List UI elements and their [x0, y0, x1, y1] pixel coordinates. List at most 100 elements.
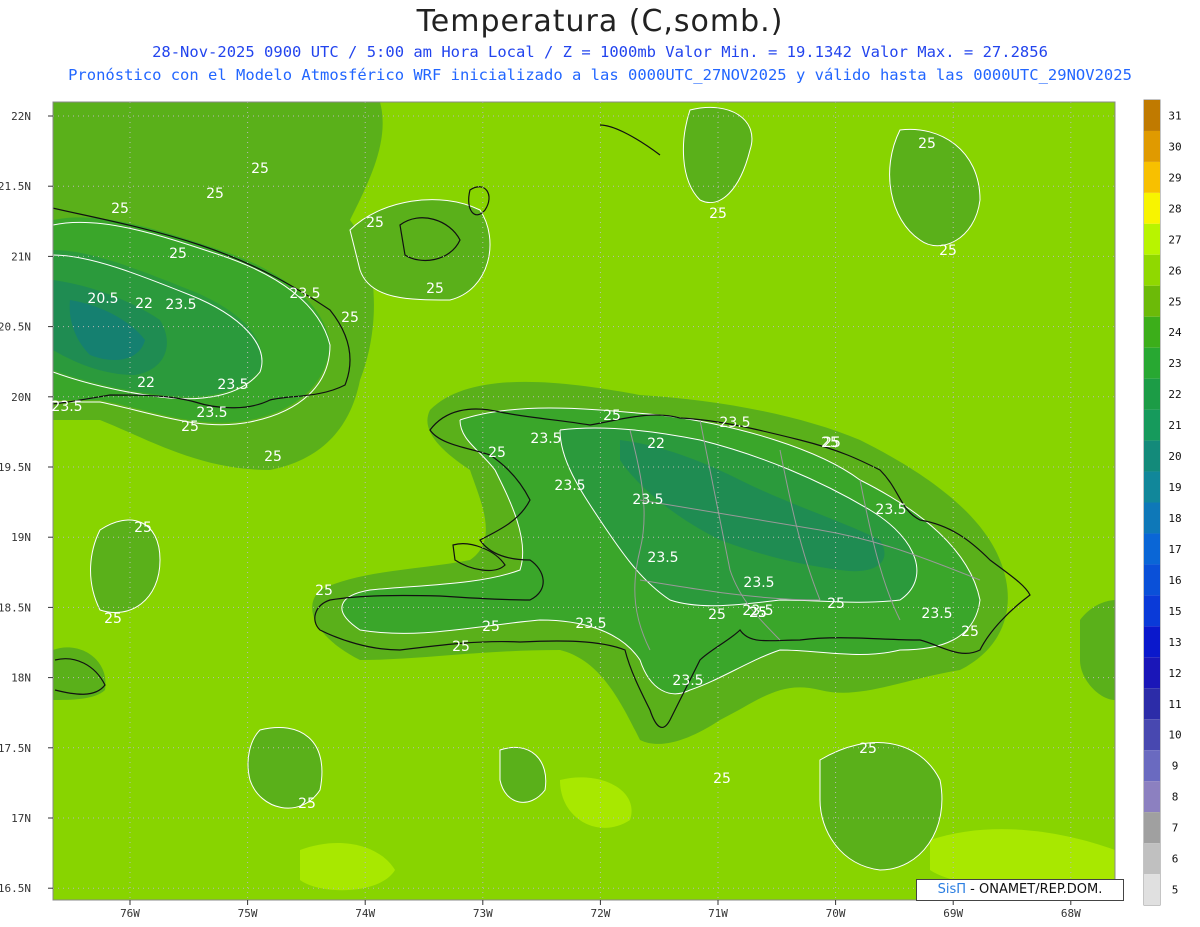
contour-label: 25 [452, 639, 470, 655]
lon-tick-label: 75W [238, 907, 258, 920]
contour-label: 22 [137, 375, 155, 391]
colorbar-swatch [1144, 192, 1160, 224]
lon-tick-label: 68W [1061, 907, 1081, 920]
colorbar-swatch [1144, 750, 1160, 782]
lat-tick-label: 21.5N [0, 180, 31, 193]
colorbar-label: 21 [1168, 419, 1181, 432]
contour-label: 25 [708, 607, 726, 623]
colorbar-swatch [1144, 533, 1160, 565]
contour-label: 23.5 [921, 606, 952, 622]
lon-tick-label: 72W [590, 907, 610, 920]
contour-label: 23.5 [196, 405, 227, 421]
colorbar: 31 30 29 28 27 26 25 24 23 22 21 20 19 18 17 16 15 13 12 11… [1143, 99, 1182, 906]
contour-label: 25 [709, 206, 727, 222]
lat-tick-label: 18N [11, 672, 31, 685]
colorbar-swatch [1144, 502, 1160, 534]
colorbar-swatch [1144, 316, 1160, 348]
colorbar-swatch [1144, 688, 1160, 720]
contour-label: 25 [134, 520, 152, 536]
colorbar-label: 18 [1168, 512, 1181, 525]
colorbar-label: 10 [1168, 729, 1181, 742]
lat-tick-label: 17.5N [0, 742, 31, 755]
colorbar-label: 31 [1168, 109, 1181, 122]
colorbar-label: 30 [1168, 140, 1181, 153]
credit-text: - ONAMET/REP.DOM. [966, 882, 1103, 897]
colorbar-swatch [1144, 100, 1160, 131]
contour-label: 25 [859, 741, 877, 757]
temperature-map: 22N 21.5N 21N 20.5N 20N 19.5N 19N 18.5N 18N 17.5N… [0, 99, 1182, 920]
lat-tick-label: 16.5N [0, 882, 31, 895]
contour-label: 25 [482, 619, 500, 635]
colorbar-label: 6 [1172, 853, 1179, 866]
colorbar-label: 22 [1168, 388, 1181, 401]
colorbar-label: 29 [1168, 171, 1181, 184]
colorbar-swatch [1144, 130, 1160, 162]
colorbar-swatch [1144, 595, 1160, 627]
contour-label: 25 [823, 435, 841, 451]
contour-label: 23.5 [165, 297, 196, 313]
contour-label: 23.5 [743, 575, 774, 591]
colorbar-swatch [1144, 347, 1160, 379]
contour-label: 25 [366, 215, 384, 231]
contour-label: 25 [918, 136, 936, 152]
colorbar-swatch [1144, 161, 1160, 193]
colorbar-label: 25 [1168, 295, 1181, 308]
contour-label: 23.5 [575, 616, 606, 632]
lon-tick-label: 73W [473, 907, 493, 920]
contour-label: 25 [251, 161, 269, 177]
lon-tick-label: 74W [355, 907, 375, 920]
colorbar-swatch [1144, 812, 1160, 844]
lat-tick-label: 18.5N [0, 601, 31, 614]
contour-label: 23.5 [647, 550, 678, 566]
contour-label: 23.5 [289, 286, 320, 302]
colorbar-label: 9 [1172, 760, 1179, 773]
contour-label: 25 [827, 596, 845, 612]
colorbar-label: 17 [1168, 543, 1181, 556]
contour-label: 22 [135, 296, 153, 312]
contour-label: 25 [104, 611, 122, 627]
contour-label: 23.5 [672, 673, 703, 689]
contour-label: 25 [749, 605, 767, 621]
colorbar-swatch [1144, 378, 1160, 410]
colorbar-swatch [1144, 657, 1160, 689]
colorbar-label: 5 [1172, 884, 1179, 897]
contour-label: 25 [298, 796, 316, 812]
longitude-axis: 76W 75W 74W 73W 72W 71W 70W 69W 68W [120, 900, 1081, 920]
contour-label: 25 [426, 281, 444, 297]
contour-label: 25 [206, 186, 224, 202]
colorbar-label: 13 [1168, 636, 1181, 649]
colorbar-swatch [1144, 564, 1160, 596]
colorbar-swatch [1144, 285, 1160, 317]
colorbar-label: 12 [1168, 667, 1181, 680]
colorbar-label: 8 [1172, 791, 1179, 804]
colorbar-label: 19 [1168, 481, 1181, 494]
lon-tick-label: 71W [708, 907, 728, 920]
contour-label: 23.5 [217, 377, 248, 393]
contour-label: 23.5 [719, 415, 750, 431]
credit-box: SisΠ - ONAMET/REP.DOM. [916, 879, 1124, 901]
credit-brand: SisΠ [937, 882, 967, 897]
colorbar-swatch [1144, 471, 1160, 503]
contour-label: 23.5 [632, 492, 663, 508]
lat-tick-label: 21N [11, 250, 31, 263]
contour-label: 23.5 [530, 431, 561, 447]
colorbar-label: 28 [1168, 202, 1181, 215]
contour-label: 25 [488, 445, 506, 461]
contour-label: 23.5 [875, 502, 906, 518]
colorbar-swatch [1144, 874, 1160, 905]
colorbar-label: 23 [1168, 357, 1181, 370]
colorbar-label: 24 [1168, 326, 1182, 339]
colorbar-swatch [1144, 781, 1160, 813]
colorbar-label: 16 [1168, 574, 1181, 587]
lat-tick-label: 20.5N [0, 321, 31, 334]
contour-label: 23.5 [51, 399, 82, 415]
colorbar-label: 15 [1168, 605, 1181, 618]
contour-label: 25 [264, 449, 282, 465]
contour-label: 25 [961, 624, 979, 640]
contour-label: 25 [603, 408, 621, 424]
contour-label: 25 [169, 246, 187, 262]
lat-tick-label: 20N [11, 391, 31, 404]
colorbar-label: 7 [1172, 822, 1179, 835]
latitude-axis: 22N 21.5N 21N 20.5N 20N 19.5N 19N 18.5N 18N 17.5N… [0, 110, 53, 895]
contour-label: 25 [341, 310, 359, 326]
